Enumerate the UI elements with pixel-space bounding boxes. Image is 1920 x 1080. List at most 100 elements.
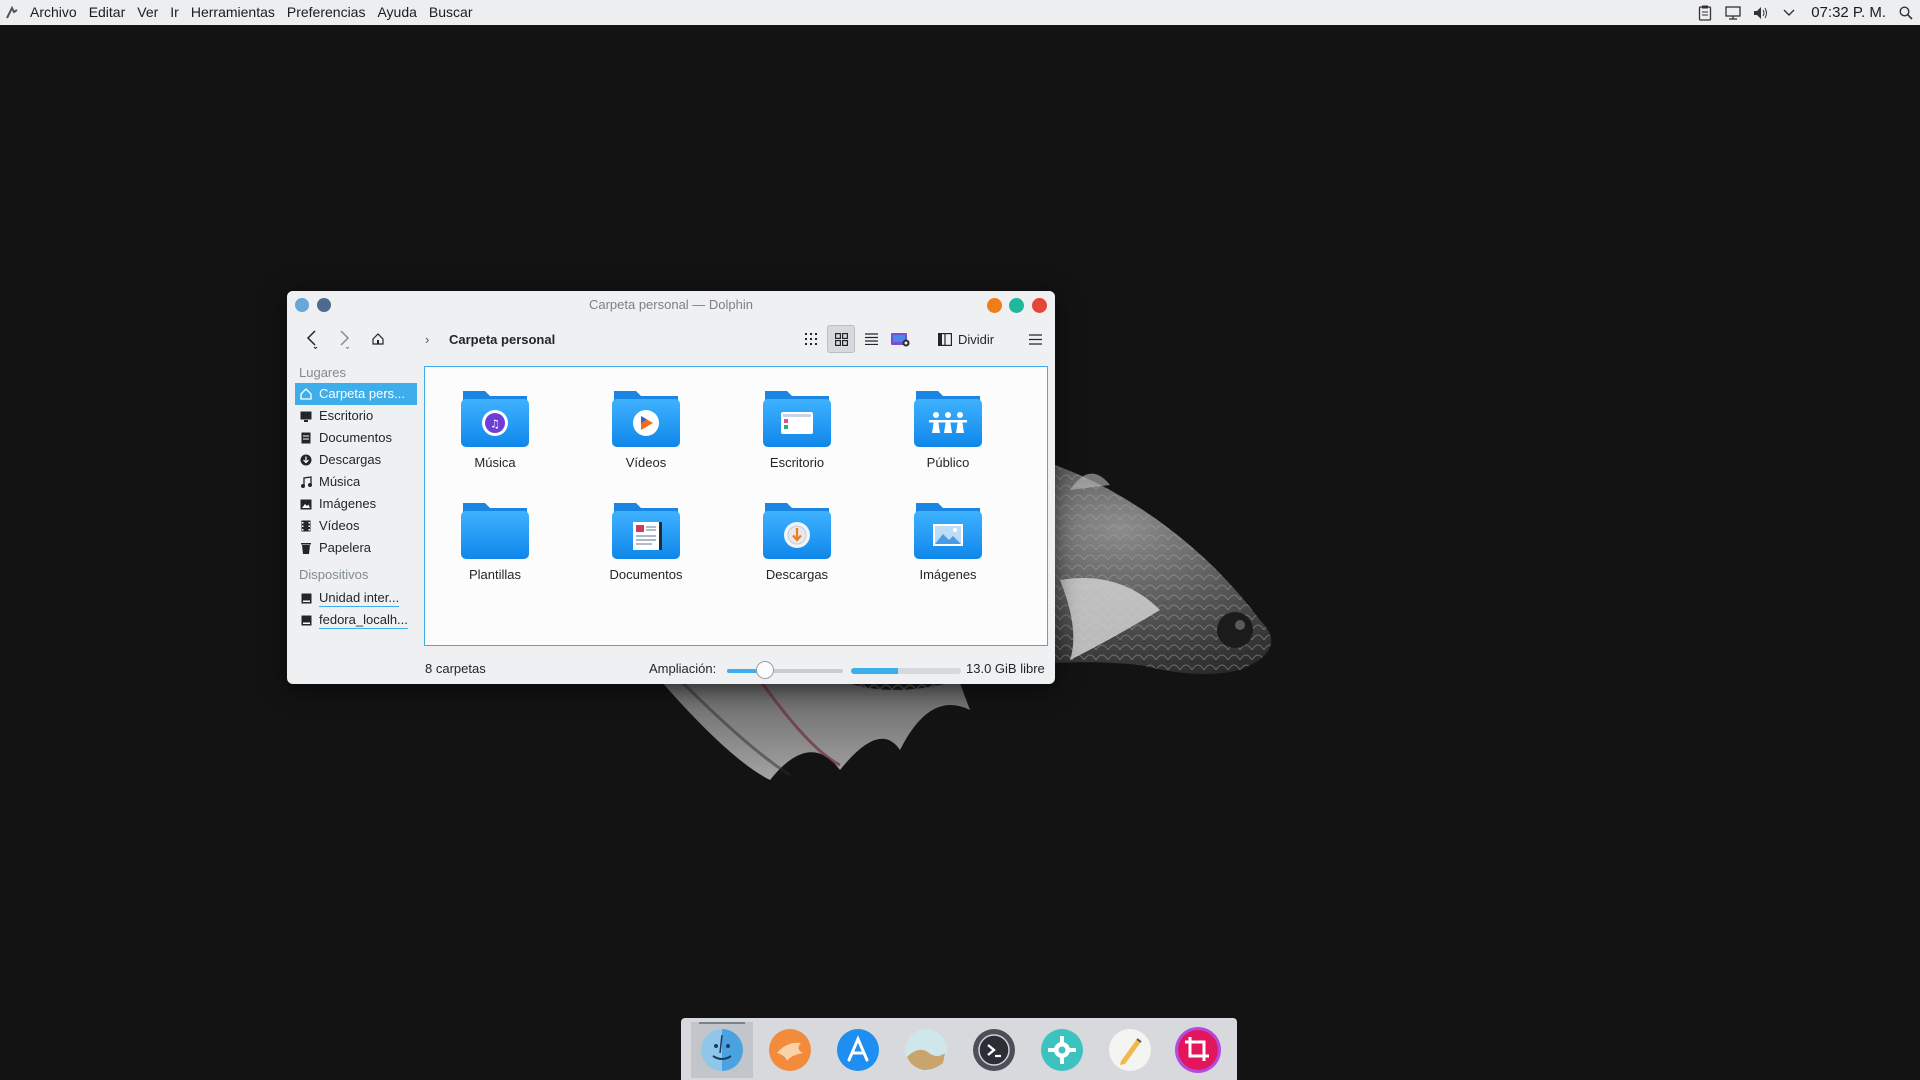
free-space-bar	[851, 668, 961, 674]
back-button[interactable]	[299, 325, 325, 353]
home-button[interactable]	[365, 325, 391, 353]
system-tray: 07:32 P. M.	[1691, 0, 1920, 25]
folder-videos[interactable]: Vídeos	[586, 385, 706, 477]
images-folder-icon	[914, 503, 982, 559]
public-folder-icon	[914, 391, 982, 447]
image-icon	[299, 497, 313, 511]
split-button[interactable]: Dividir	[938, 325, 1004, 353]
volume-icon[interactable]	[1747, 0, 1775, 25]
dock-notes[interactable]	[1099, 1022, 1161, 1078]
templates-folder-icon	[461, 503, 529, 559]
folder-name: Vídeos	[625, 455, 667, 470]
screenshot-icon	[1175, 1027, 1221, 1073]
breadcrumb[interactable]: Carpeta personal	[449, 332, 555, 347]
minimize-button[interactable]	[987, 298, 1002, 313]
file-view[interactable]: ♫ Música Vídeos Escritorio Público Plant…	[424, 366, 1048, 646]
expand-tray-icon[interactable]	[1775, 0, 1803, 25]
title-bar[interactable]: Carpeta personal — Dolphin	[287, 291, 1055, 319]
clock[interactable]: 07:32 P. M.	[1803, 4, 1892, 21]
folder-name: Público	[926, 455, 970, 470]
documents-folder-icon	[612, 503, 680, 559]
finder-icon	[701, 1029, 743, 1071]
terminal-icon	[973, 1029, 1015, 1071]
sidebar-item-label: Unidad inter...	[319, 589, 400, 607]
status-bar: 8 carpetas Ampliación: 13.0 GiB libre	[287, 651, 1055, 684]
dock-app-store[interactable]	[827, 1022, 889, 1078]
window-title: Carpeta personal — Dolphin	[588, 297, 754, 312]
menu-preferencias[interactable]: Preferencias	[281, 0, 372, 25]
notes-icon	[1109, 1029, 1151, 1071]
close-button[interactable]	[1032, 298, 1047, 313]
zoom-slider-handle[interactable]	[756, 661, 775, 679]
folder-escritorio[interactable]: Escritorio	[737, 385, 857, 477]
sidebar-item-label: Documentos	[319, 430, 392, 445]
top-panel: Archivo Editar Ver Ir Herramientas Prefe…	[0, 0, 1920, 25]
dock	[681, 1018, 1237, 1080]
hamburger-menu-icon[interactable]	[1023, 325, 1047, 353]
preview-toggle-icon[interactable]	[888, 325, 912, 353]
folder-musica[interactable]: ♫ Música	[435, 385, 555, 477]
menu-ir[interactable]: Ir	[164, 0, 185, 25]
sidebar-item-images[interactable]: Imágenes	[295, 493, 417, 515]
menu-ver[interactable]: Ver	[131, 0, 164, 25]
split-label: Dividir	[958, 331, 995, 347]
sidebar-item-label: Música	[319, 474, 361, 489]
sidebar-item-label: Carpeta pers...	[319, 386, 405, 401]
desktop-folder-icon	[763, 391, 831, 447]
sidebar-item-videos[interactable]: Vídeos	[295, 515, 417, 537]
sidebar-item-downloads[interactable]: Descargas	[295, 449, 417, 471]
app-launcher-icon[interactable]	[0, 0, 24, 25]
menu-editar[interactable]: Editar	[83, 0, 132, 25]
folder-documentos[interactable]: Documentos	[586, 497, 706, 589]
menu-archivo[interactable]: Archivo	[24, 0, 83, 25]
sidebar-item-music[interactable]: Música	[295, 471, 417, 493]
wallpaper-icon	[905, 1029, 947, 1071]
dock-screenshot[interactable]	[1167, 1022, 1229, 1078]
sidebar-item-internal-drive[interactable]: Unidad inter...	[295, 587, 417, 609]
download-icon	[299, 453, 313, 467]
dock-finder[interactable]	[691, 1022, 753, 1078]
folder-plantillas[interactable]: Plantillas	[435, 497, 555, 589]
view-details-button[interactable]	[859, 325, 883, 353]
search-icon[interactable]	[1892, 0, 1920, 25]
zoom-slider[interactable]	[727, 669, 843, 673]
dock-terminal[interactable]	[963, 1022, 1025, 1078]
dock-wallpaper[interactable]	[895, 1022, 957, 1078]
dock-settings[interactable]	[1031, 1022, 1093, 1078]
forward-button[interactable]	[331, 325, 357, 353]
trash-icon	[299, 541, 313, 555]
drive-icon	[299, 613, 313, 627]
free-space-fill	[851, 668, 899, 674]
sidebar-item-documents[interactable]: Documentos	[295, 427, 417, 449]
toolbar: › Carpeta personal Dividir	[287, 319, 1055, 359]
places-header: Lugares	[299, 365, 346, 380]
dock-scratch[interactable]	[759, 1022, 821, 1078]
sidebar-item-fedora-drive[interactable]: fedora_localh...	[295, 609, 417, 631]
view-icons-button[interactable]	[827, 325, 855, 353]
sidebar-item-label: Descargas	[319, 452, 382, 467]
sidebar-item-home[interactable]: Carpeta pers...	[295, 383, 417, 405]
folder-name: Imágenes	[919, 567, 977, 582]
music-folder-icon: ♫	[461, 391, 529, 447]
downloads-folder-icon	[763, 503, 831, 559]
folder-name: Escritorio	[769, 455, 825, 470]
sidebar-item-trash[interactable]: Papelera	[295, 537, 417, 559]
menu-herramientas[interactable]: Herramientas	[185, 0, 281, 25]
menu-ayuda[interactable]: Ayuda	[371, 0, 422, 25]
folder-imagenes[interactable]: Imágenes	[888, 497, 1008, 589]
clipboard-icon[interactable]	[1691, 0, 1719, 25]
scratch-icon	[769, 1029, 811, 1071]
folder-publico[interactable]: Público	[888, 385, 1008, 477]
sidebar-item-desktop[interactable]: Escritorio	[295, 405, 417, 427]
maximize-button[interactable]	[1009, 298, 1024, 313]
view-compact-button[interactable]	[799, 325, 823, 353]
desktop-icon	[299, 409, 313, 423]
network-icon[interactable]	[1719, 0, 1747, 25]
menu-buscar[interactable]: Buscar	[423, 0, 479, 25]
home-icon	[299, 387, 313, 401]
free-space-label: 13.0 GiB libre	[966, 661, 1045, 676]
folder-descargas[interactable]: Descargas	[737, 497, 857, 589]
folder-name: Descargas	[765, 567, 829, 582]
sidebar-item-label: Imágenes	[319, 496, 377, 511]
devices-header: Dispositivos	[299, 567, 369, 582]
